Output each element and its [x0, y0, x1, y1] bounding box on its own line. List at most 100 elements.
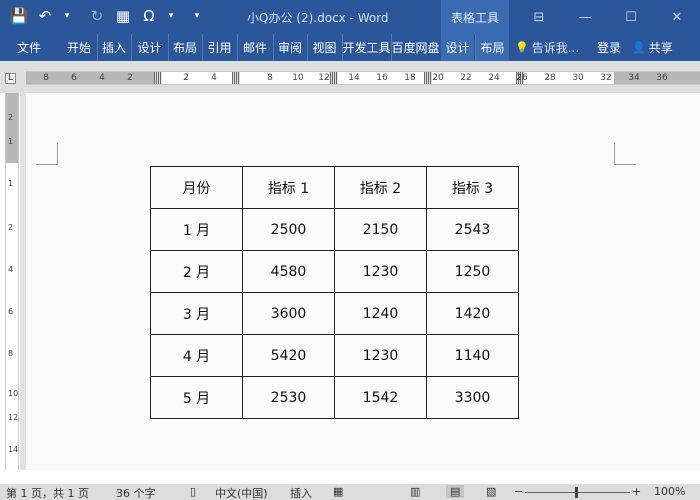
column-marker[interactable]	[330, 72, 338, 84]
status-bar: 第 1 页，共 1 页 36 个字 ▯ 中文(中国) 插入 ▦ ▥ ▤ ▧ − …	[0, 484, 700, 500]
vertical-ruler[interactable]: 2 1 1 2 4 6 8 10 12 14	[5, 93, 19, 470]
table-row: 1 月 2500 2150 2543	[150, 208, 519, 251]
tab-review[interactable]: 审阅	[273, 34, 306, 61]
table-header-cell[interactable]: 月份	[150, 166, 243, 209]
table-header-cell[interactable]: 指标 1	[242, 166, 335, 209]
symbol-dropdown-icon[interactable]: ▾	[160, 5, 182, 27]
ruler-number: 18	[404, 73, 416, 83]
tab-view[interactable]: 视图	[307, 34, 341, 61]
ruler-number: 1	[8, 137, 14, 146]
table-cell[interactable]: 1140	[426, 334, 519, 377]
table-cell[interactable]: 5 月	[150, 376, 243, 419]
crop-mark-top-left	[36, 143, 58, 165]
ruler-number: 8	[8, 349, 14, 358]
zoom-out-icon[interactable]: −	[514, 485, 523, 498]
table-row: 2 月 4580 1230 1250	[150, 250, 519, 293]
table-cell[interactable]: 3600	[242, 292, 335, 335]
table-row: 5 月 2530 1542 3300	[150, 376, 519, 419]
table-cell[interactable]: 4580	[242, 250, 335, 293]
tab-layout[interactable]: 布局	[168, 34, 201, 61]
table-cell[interactable]: 2500	[242, 208, 335, 251]
ruler-top-margin	[6, 93, 18, 163]
column-marker[interactable]	[232, 72, 240, 84]
language-indicator[interactable]: 中文(中国)	[215, 485, 268, 500]
proofing-icon[interactable]: ▯	[190, 485, 196, 498]
tab-references[interactable]: 引用	[202, 34, 236, 61]
table-cell[interactable]: 1240	[334, 292, 427, 335]
person-icon: 👤	[632, 41, 646, 54]
share-button[interactable]: 👤 共享	[632, 34, 673, 61]
page-count[interactable]: 第 1 页，共 1 页	[6, 485, 89, 500]
ruler-number: 2	[183, 73, 189, 83]
login-button[interactable]: 登录	[597, 34, 621, 61]
table-cell[interactable]: 4 月	[150, 334, 243, 377]
tab-file[interactable]: 文件	[8, 34, 50, 61]
tab-developer[interactable]: 开发工具	[342, 34, 390, 61]
tab-baidu-netdisk[interactable]: 百度网盘	[391, 34, 439, 61]
table-cell[interactable]: 2 月	[150, 250, 243, 293]
horizontal-ruler[interactable]: 8 6 4 2 2 4 8 10 12 14 16 18 20 22 24 26…	[26, 71, 700, 85]
ruler-number: 2	[8, 113, 14, 122]
ruler-number: 32	[600, 73, 612, 83]
ruler-number: 4	[8, 265, 14, 274]
table-row: 3 月 3600 1240 1420	[150, 292, 519, 335]
zoom-level[interactable]: 100%	[654, 485, 685, 498]
close-icon[interactable]: ✕	[654, 0, 700, 34]
ruler-number: 20	[432, 73, 444, 83]
ruler-number: 30	[572, 73, 584, 83]
save-icon[interactable]: 💾	[8, 5, 30, 27]
table-cell[interactable]: 1230	[334, 334, 427, 377]
ruler-number: 10	[8, 389, 19, 398]
zoom-slider-thumb[interactable]	[575, 487, 578, 498]
print-layout-icon[interactable]: ▤	[446, 485, 465, 498]
minimize-icon[interactable]: —	[562, 0, 608, 34]
macro-recording-icon[interactable]: ▦	[333, 485, 343, 498]
undo-icon[interactable]: ↶	[34, 5, 56, 27]
table-cell[interactable]: 1 月	[150, 208, 243, 251]
web-layout-icon[interactable]: ▧	[486, 485, 496, 498]
ribbon-display-options-icon[interactable]: ⊟	[516, 0, 562, 34]
ruler-number: 2	[127, 73, 133, 83]
table-cell[interactable]: 1250	[426, 250, 519, 293]
tab-mailings[interactable]: 邮件	[237, 34, 272, 61]
redo-icon[interactable]: ↻	[86, 5, 108, 27]
ruler-number: 26	[516, 73, 528, 83]
maximize-icon[interactable]: ☐	[608, 0, 654, 34]
ruler-number: 28	[544, 73, 556, 83]
format-painter-icon[interactable]: ▦	[112, 5, 134, 27]
table-cell[interactable]: 2150	[334, 208, 427, 251]
table-cell[interactable]: 1542	[334, 376, 427, 419]
ruler-number: 1	[8, 179, 14, 188]
tab-table-layout[interactable]: 布局	[475, 34, 509, 61]
left-indent-marker[interactable]	[154, 72, 162, 84]
window-controls: ⊟ — ☐ ✕	[516, 0, 700, 34]
data-table[interactable]: 月份 指标 1 指标 2 指标 3 1 月 2500 2150 2543 2 月…	[150, 166, 519, 419]
table-header-cell[interactable]: 指标 3	[426, 166, 519, 209]
table-cell[interactable]: 1420	[426, 292, 519, 335]
table-header-cell[interactable]: 指标 2	[334, 166, 427, 209]
undo-dropdown-icon[interactable]: ▾	[56, 5, 78, 27]
symbol-icon[interactable]: Ω	[138, 5, 160, 27]
tab-design[interactable]: 设计	[131, 34, 167, 61]
word-count[interactable]: 36 个字	[116, 485, 156, 500]
table-cell[interactable]: 3 月	[150, 292, 243, 335]
tell-me-box[interactable]: 💡 告诉我...	[515, 34, 579, 61]
tell-me-label: 告诉我...	[531, 41, 580, 55]
insert-mode[interactable]: 插入	[290, 485, 312, 500]
zoom-in-icon[interactable]: +	[632, 485, 641, 498]
tab-home[interactable]: 开始	[62, 34, 96, 61]
tab-insert[interactable]: 插入	[97, 34, 130, 61]
tab-selector[interactable]: L	[5, 73, 16, 84]
table-cell[interactable]: 5420	[242, 334, 335, 377]
table-cell[interactable]: 1230	[334, 250, 427, 293]
ruler-number: 8	[43, 73, 49, 83]
table-cell[interactable]: 2543	[426, 208, 519, 251]
read-mode-icon[interactable]: ▥	[410, 485, 420, 498]
table-cell[interactable]: 3300	[426, 376, 519, 419]
customize-qat-icon[interactable]: ▾	[186, 5, 208, 27]
tab-table-design[interactable]: 设计	[441, 34, 474, 61]
ruler-number: 2	[8, 223, 14, 232]
table-cell[interactable]: 2530	[242, 376, 335, 419]
ruler-number: 6	[71, 73, 77, 83]
column-marker[interactable]	[424, 72, 432, 84]
